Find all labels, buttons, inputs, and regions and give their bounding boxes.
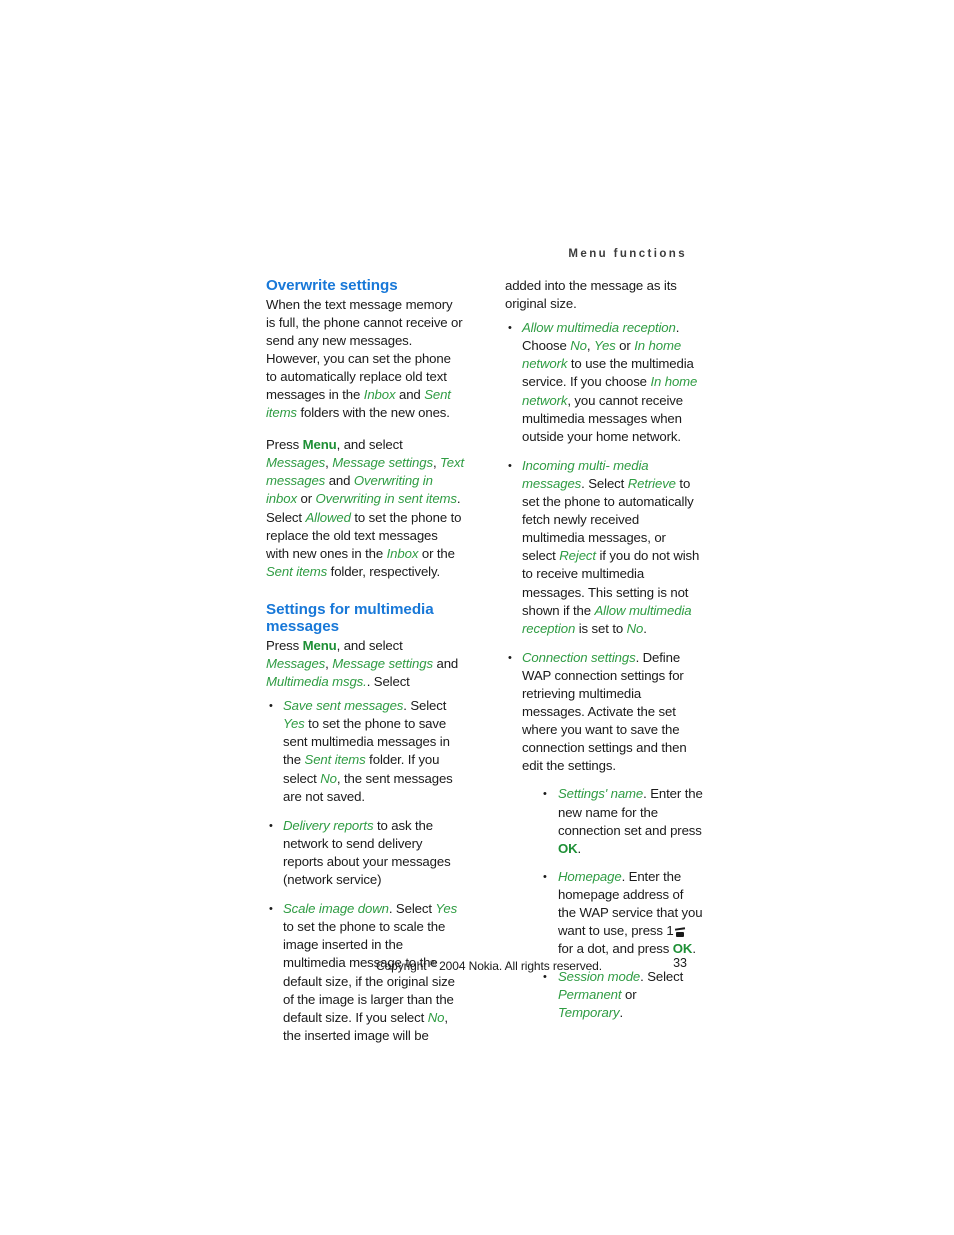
key-label-menu-2: Menu — [302, 637, 337, 653]
paragraph-overwrite-steps: Press Menu, and select Messages, Message… — [266, 436, 464, 581]
text-fragment: . — [619, 1005, 624, 1021]
text-fragment: , — [432, 455, 441, 471]
term-permanent: Permanent — [558, 987, 622, 1003]
text-fragment: and — [395, 386, 425, 402]
text-fragment: . Select — [581, 475, 628, 491]
bullet-icon: • — [508, 322, 512, 335]
bullet-icon: • — [543, 870, 547, 883]
term-no-2: No — [427, 1009, 445, 1025]
text-fragment: folders with the new ones. — [296, 405, 450, 421]
term-messages: Messages — [266, 455, 326, 471]
text-fragment: . Select — [388, 901, 436, 917]
bullet-icon: • — [269, 700, 273, 713]
document-page: Menu functions Overwrite settings When t… — [0, 0, 954, 1235]
bullet-icon: • — [508, 651, 512, 664]
paragraph-overwrite-intro: When the text message memory is full, th… — [266, 296, 464, 423]
left-column: Overwrite settings When the text message… — [266, 277, 464, 1045]
text-fragment: . — [643, 620, 647, 636]
term-homepage: Homepage — [558, 868, 622, 884]
term-temporary: Temporary — [558, 1005, 620, 1021]
text-fragment: . — [577, 840, 582, 856]
text-fragment: or — [296, 491, 316, 507]
term-retrieve: Retrieve — [627, 475, 676, 491]
sub-list-item: • Session mode. Select Permanent or Tempo… — [540, 968, 703, 1022]
term-scale-image-down: Scale image down — [283, 901, 389, 917]
text-fragment: Copyright — [376, 959, 430, 973]
section-heading-overwrite-settings: Overwrite settings — [266, 277, 398, 294]
text-fragment: and — [432, 656, 459, 671]
term-yes-2: Yes — [435, 901, 458, 917]
paragraph-multimedia-steps: Press Menu, and select Messages, Message… — [266, 637, 464, 691]
bullet-icon: • — [508, 459, 512, 472]
term-sent-items-3: Sent items — [304, 752, 366, 768]
list-item: • Save sent messages. Select Yes to set t… — [266, 697, 464, 806]
text-fragment: or — [615, 338, 635, 354]
term-delivery-reports: Delivery reports — [283, 817, 374, 833]
term-message-settings: Message settings — [332, 455, 433, 471]
sub-list-item: • Settings' name. Enter the new name for … — [540, 785, 703, 857]
term-allowed: Allowed — [305, 509, 351, 525]
text-fragment: for a dot, and press — [558, 941, 673, 957]
term-connection-settings: Connection settings — [522, 649, 636, 665]
text-fragment: , — [586, 338, 594, 354]
left-column-bullet-list: • Save sent messages. Select Yes to set t… — [266, 697, 464, 1045]
term-save-sent-messages: Save sent messages — [283, 698, 404, 714]
right-column: added into the message as its original s… — [505, 277, 703, 1023]
text-fragment: . — [692, 941, 696, 957]
bullet-icon: • — [543, 788, 547, 801]
text-fragment: is set to — [575, 620, 627, 636]
copyright-notice: Copyright ® 2004 Nokia. All rights reser… — [376, 955, 602, 974]
sub-list-item: • Homepage. Enter the homepage address of… — [540, 868, 703, 958]
term-no-4: No — [626, 620, 644, 636]
bullet-icon: • — [269, 819, 273, 832]
text-fragment: . Select — [640, 969, 684, 985]
text-fragment: . Define WAP connection settings for ret… — [522, 649, 687, 774]
list-item: • Incoming multi- media messages. Select … — [505, 457, 703, 638]
key-label-ok-2: OK — [672, 941, 693, 957]
list-item: • Allow multimedia reception. Choose No, … — [505, 319, 703, 446]
term-messages-2: Messages — [266, 656, 326, 671]
term-multimedia-msgs: Multimedia msgs. — [266, 674, 367, 690]
connection-settings-sub-list: • Settings' name. Enter the new name for … — [540, 785, 703, 1022]
text-fragment: Press — [266, 437, 303, 453]
term-overwriting-in-sent-items: Overwriting in sent items — [315, 491, 457, 507]
term-reject: Reject — [559, 548, 596, 564]
two-column-body: Overwrite settings When the text message… — [266, 277, 703, 1043]
bullet-icon: • — [269, 903, 273, 916]
text-fragment: or the — [418, 545, 455, 561]
term-message-settings-2: Message settings — [332, 656, 433, 671]
voicemail-key-icon — [675, 925, 686, 938]
term-no-3: No — [570, 338, 587, 354]
page-number: 33 — [673, 956, 687, 970]
key-label-ok: OK — [558, 840, 578, 856]
text-fragment: 2004 Nokia. All rights reserved. — [435, 959, 602, 973]
text-fragment: folder, respectively. — [327, 563, 441, 579]
running-header: Menu functions — [568, 248, 687, 260]
text-fragment: or — [621, 987, 637, 1003]
text-fragment: , and select — [336, 637, 403, 653]
text-fragment: . Select — [403, 698, 447, 714]
text-fragment: . Select — [366, 674, 410, 690]
term-inbox-2: Inbox — [386, 545, 419, 561]
section-heading-settings-for-multimedia-messages: Settings for multimedia messages — [266, 600, 434, 636]
term-inbox: Inbox — [363, 386, 396, 402]
right-column-bullet-list: • Allow multimedia reception. Choose No, … — [505, 319, 703, 1022]
key-label-menu: Menu — [302, 437, 337, 453]
text-fragment: Press — [266, 637, 303, 653]
term-yes-3: Yes — [594, 338, 616, 354]
term-no: No — [320, 770, 337, 786]
text-fragment: , and select — [336, 437, 403, 453]
term-settings-name: Settings' name — [558, 786, 644, 802]
term-allow-multimedia-reception: Allow multimedia reception — [522, 320, 676, 336]
paragraph-continued-from-left: added into the message as its original s… — [505, 278, 677, 312]
term-yes: Yes — [283, 716, 305, 732]
list-item: • Delivery reports to ask the network to … — [266, 817, 464, 889]
text-fragment: and — [325, 473, 354, 489]
term-sent-items-2: Sent items — [266, 563, 328, 579]
